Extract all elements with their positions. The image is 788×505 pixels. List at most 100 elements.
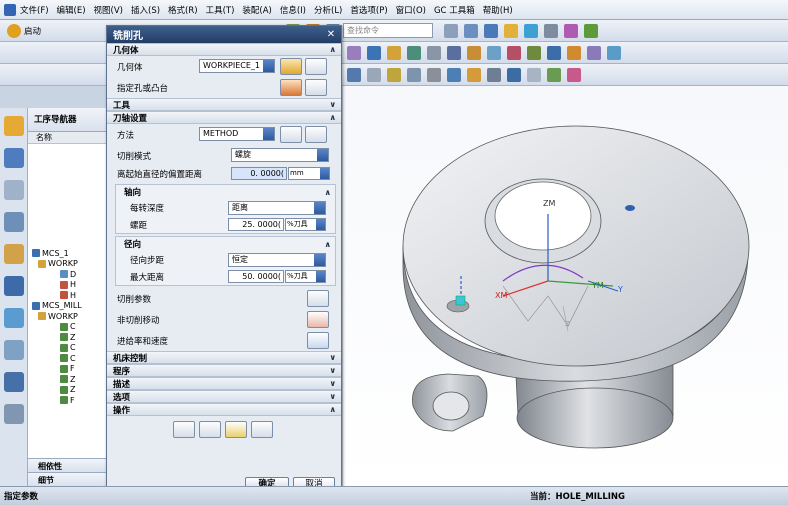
edit-method-button[interactable] [305,126,327,143]
cut-mode-select[interactable]: 螺旋 [231,148,329,162]
chevron-up-icon[interactable]: ∧ [325,240,332,249]
menu-gc-toolbox[interactable]: GC 工具箱 [434,4,475,16]
toolbar-icon[interactable] [447,45,461,60]
section-tool-axis[interactable]: 刀轴设置 ∧ [107,111,341,124]
toolbar-icon[interactable] [464,23,479,38]
toolbar-icon[interactable] [427,45,441,60]
non-cut-moves-button[interactable] [307,311,329,328]
toolbar-icon[interactable] [547,67,561,82]
resource-tab-icon[interactable] [4,340,24,360]
section-geometry[interactable]: 几何体 ∧ [107,43,341,56]
verify-button[interactable] [225,421,247,438]
feeds-speeds-button[interactable] [307,332,329,349]
toolbar-icon[interactable] [467,67,481,82]
section-program[interactable]: 程序 ∨ [107,364,341,377]
section-options[interactable]: 选项 ∨ [107,390,341,403]
tree-row[interactable]: C [28,343,109,354]
menu-view[interactable]: 视图(V) [94,4,123,16]
tree-row[interactable]: C [28,353,109,364]
resource-tab-icon[interactable] [4,404,24,424]
max-distance-unit-select[interactable]: %刀具 [285,270,326,283]
resource-tab-icon[interactable] [4,116,24,136]
toolbar-icon[interactable] [467,45,481,60]
search-icon[interactable] [444,23,459,38]
tree-row[interactable]: Z [28,332,109,343]
toolbar-icon[interactable] [507,45,521,60]
resource-tab-icon[interactable] [4,148,24,168]
tree-row[interactable]: MCS_1 [28,248,109,259]
depth-select[interactable]: 距离 [228,201,326,215]
menu-edit[interactable]: 编辑(E) [57,4,86,16]
menu-window[interactable]: 窗口(O) [396,4,426,16]
toolbar-icon[interactable] [587,45,601,60]
cut-params-button[interactable] [307,290,329,307]
toolbar-icon[interactable] [367,67,381,82]
menu-preferences[interactable]: 首选项(P) [350,4,387,16]
tree-row[interactable]: Z [28,385,109,396]
method-select[interactable]: METHOD [199,127,275,141]
menu-tools[interactable]: 工具(T) [206,4,235,16]
show-holes-button[interactable] [305,79,327,96]
toolbar-icon[interactable] [527,67,541,82]
toolbar-icon[interactable] [487,45,501,60]
select-holes-button[interactable] [280,79,302,96]
toolbar-icon[interactable] [544,23,559,38]
tree-row[interactable]: C [28,322,109,333]
graphics-viewport[interactable]: ZM XM YM Y Z [343,86,788,486]
toolbar-icon[interactable] [367,45,381,60]
pitch-input[interactable]: 25. 0000( [228,218,284,231]
toolbar-icon[interactable] [427,67,441,82]
toolbar-icon[interactable] [347,67,361,82]
toolbar-icon[interactable] [607,45,621,60]
pitch-unit-select[interactable]: %刀具 [285,218,326,231]
resource-tab-icon[interactable] [4,276,24,296]
menu-info[interactable]: 信息(I) [280,4,306,16]
generate-button[interactable] [173,421,195,438]
toolbar-icon[interactable] [524,23,539,38]
toolbar-icon[interactable] [387,67,401,82]
resource-tab-icon[interactable] [4,212,24,232]
section-machine-control[interactable]: 机床控制 ∨ [107,351,341,364]
menu-analysis[interactable]: 分析(L) [314,4,342,16]
tree-row[interactable]: F [28,364,109,375]
list-button[interactable] [251,421,273,438]
menu-format[interactable]: 格式(R) [168,4,198,16]
toolbar-icon[interactable] [407,67,421,82]
toolbar-icon[interactable] [484,23,499,38]
toolbar-icon[interactable] [507,67,521,82]
toolbar-icon[interactable] [567,67,581,82]
toolbar-icon[interactable] [407,45,421,60]
tree-row[interactable]: H [28,280,109,291]
tree-row[interactable]: D [28,269,109,280]
tree-row[interactable]: WORKP [28,259,109,270]
tree-row[interactable]: F [28,395,109,406]
max-distance-input[interactable]: 50. 0000( [228,270,284,283]
offset-input[interactable]: 0. 0000( [231,167,287,180]
tree-row[interactable]: WORKP [28,311,109,322]
toolbar-icon[interactable] [387,45,401,60]
radial-step-select[interactable]: 恒定 [228,253,326,267]
offset-unit-select[interactable]: mm [288,167,330,180]
start-icon[interactable] [7,23,21,38]
toolbar-icon[interactable] [547,45,561,60]
new-geometry-button[interactable] [280,58,302,75]
toolbar-icon[interactable] [347,45,361,60]
menu-help[interactable]: 帮助(H) [483,4,513,16]
section-description[interactable]: 描述 ∨ [107,377,341,390]
resource-tab-icon[interactable] [4,180,24,200]
tree-row[interactable]: Z [28,374,109,385]
toolbar-icon[interactable] [487,67,501,82]
start-menu-label[interactable]: 启动 [24,25,41,37]
toolbar-icon[interactable] [584,23,599,38]
toolbar-icon[interactable] [567,45,581,60]
menu-file[interactable]: 文件(F) [20,4,49,16]
edit-geometry-button[interactable] [305,58,327,75]
toolbar-icon[interactable] [527,45,541,60]
navigator-column-name[interactable]: 名称 [28,132,109,144]
menu-assembly[interactable]: 装配(A) [242,4,271,16]
toolbar-icon[interactable] [504,23,519,38]
close-icon[interactable]: ✕ [325,29,337,41]
toolbar-icon[interactable] [447,67,461,82]
tree-row[interactable]: MCS_MILL [28,301,109,312]
resource-tab-icon[interactable] [4,372,24,392]
